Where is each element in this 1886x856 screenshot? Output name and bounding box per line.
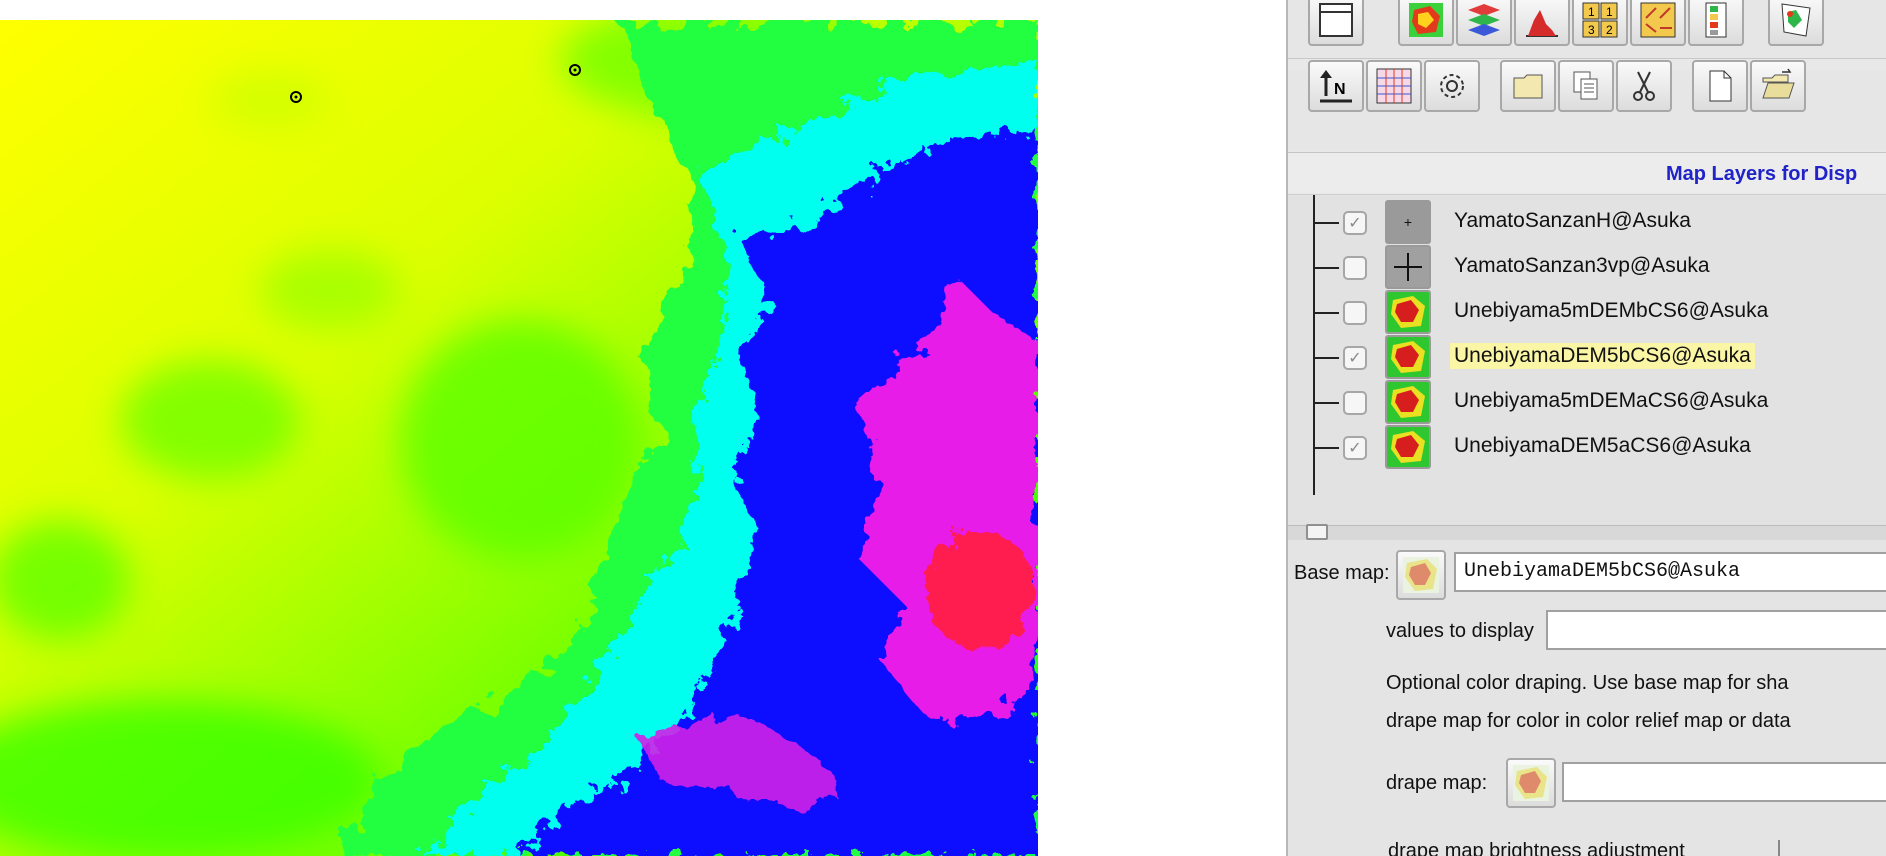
toolbar-row-2: N	[1288, 60, 1886, 150]
layer-visibility-checkbox[interactable]	[1343, 256, 1367, 280]
svg-text:1: 1	[1588, 5, 1595, 19]
tree-branch-line	[1313, 312, 1339, 314]
values-to-display-field[interactable]	[1546, 610, 1886, 650]
layer-properties: Base map: UnebiyamaDEM5bCS6@Asuka values…	[1288, 540, 1886, 856]
folder-icon[interactable]	[1500, 60, 1556, 112]
layer-name[interactable]: YamatoSanzan3vp@Asuka	[1450, 253, 1714, 279]
tree-branch-line	[1313, 402, 1339, 404]
layer-row-unebiyamadem5acs6[interactable]: ✓ UnebiyamaDEM5aCS6@Asuka	[1288, 420, 1886, 474]
check-mark-icon: ✓	[1348, 350, 1362, 367]
raster-map-icon	[1385, 425, 1431, 469]
copy-icon[interactable]	[1558, 60, 1614, 112]
tree-branch-line	[1313, 357, 1339, 359]
layer-name[interactable]: YamatoSanzanH@Asuka	[1450, 208, 1695, 234]
brightness-control-edge	[1778, 840, 1780, 856]
layer-tree: ✓ + YamatoSanzanH@Asuka YamatoSanzan3vp@…	[1288, 194, 1886, 525]
drape-map-field[interactable]	[1562, 762, 1886, 802]
point-marker-icon: +	[1385, 200, 1431, 244]
layer-name[interactable]: UnebiyamaDEM5aCS6@Asuka	[1450, 433, 1755, 459]
panel-splitter-slider[interactable]	[1288, 524, 1886, 540]
raster-map-icon	[1385, 380, 1431, 424]
raster-map-icon	[1385, 335, 1431, 379]
layers-stack-icon[interactable]	[1456, 0, 1512, 46]
table-grid-icon[interactable]: 1132	[1572, 0, 1628, 46]
base-map-label: Base map:	[1294, 562, 1390, 584]
tree-branch-line	[1313, 222, 1339, 224]
layer-visibility-checkbox[interactable]: ✓	[1343, 211, 1367, 235]
help-text-line-1: Optional color draping. Use base map for…	[1386, 672, 1789, 694]
legend-icon[interactable]	[1688, 0, 1744, 46]
cut-icon[interactable]	[1616, 60, 1672, 112]
panel-title: Map Layers for Disp	[1666, 163, 1858, 185]
vector-arrows-icon[interactable]	[1630, 0, 1686, 46]
panel-header: Map Layers for Disp	[1288, 152, 1886, 193]
gear-icon[interactable]	[1424, 60, 1480, 112]
svg-text:3: 3	[1588, 23, 1595, 37]
base-map-picker-button[interactable]	[1396, 550, 1446, 600]
grid-overlay-icon[interactable]	[1366, 60, 1422, 112]
raster-map-icon[interactable]	[1398, 0, 1454, 46]
red-summit	[925, 530, 1035, 650]
raster-map-icon	[1513, 765, 1549, 801]
svg-text:N: N	[1334, 81, 1346, 98]
georectify-icon[interactable]	[1768, 0, 1824, 46]
map-canvas[interactable]	[0, 20, 1038, 856]
tree-branch-line	[1313, 447, 1339, 449]
layer-visibility-checkbox[interactable]: ✓	[1343, 436, 1367, 460]
layer-name[interactable]: Unebiyama5mDEMbCS6@Asuka	[1450, 298, 1772, 324]
elevation-raster[interactable]	[0, 20, 1038, 856]
new-document-icon[interactable]	[1692, 60, 1748, 112]
toolbar-row-1: 1132	[1288, 0, 1886, 59]
slider-thumb[interactable]	[1306, 524, 1328, 540]
layer-visibility-checkbox[interactable]: ✓	[1343, 346, 1367, 370]
tree-branch-line	[1313, 267, 1339, 269]
drape-map-picker-button[interactable]	[1506, 758, 1556, 808]
crosshair-icon	[1385, 245, 1431, 289]
layer-manager-panel: 1132 N Map Layers for Disp ✓ + YamatoSan…	[1286, 0, 1886, 856]
histogram-icon[interactable]	[1514, 0, 1570, 46]
base-map-field[interactable]: UnebiyamaDEM5bCS6@Asuka	[1454, 552, 1886, 592]
layer-name-selected[interactable]: UnebiyamaDEM5bCS6@Asuka	[1450, 343, 1755, 369]
drape-map-label: drape map:	[1386, 772, 1488, 794]
layer-name[interactable]: Unebiyama5mDEMaCS6@Asuka	[1450, 388, 1772, 414]
raster-map-icon	[1385, 290, 1431, 334]
help-text-line-2: drape map for color in color relief map …	[1386, 710, 1791, 732]
north-arrow-icon[interactable]: N	[1308, 60, 1364, 112]
display-icon[interactable]	[1308, 0, 1364, 46]
check-mark-icon: ✓	[1348, 440, 1362, 457]
svg-text:2: 2	[1606, 23, 1613, 37]
values-to-display-label: values to display	[1386, 620, 1534, 642]
open-folder-icon[interactable]	[1750, 60, 1806, 112]
raster-map-icon	[1403, 557, 1439, 593]
drape-brightness-label: drape map brightness adjustment	[1388, 840, 1685, 856]
check-mark-icon: ✓	[1348, 215, 1362, 232]
layer-visibility-checkbox[interactable]	[1343, 391, 1367, 415]
svg-text:1: 1	[1606, 5, 1613, 19]
layer-visibility-checkbox[interactable]	[1343, 301, 1367, 325]
